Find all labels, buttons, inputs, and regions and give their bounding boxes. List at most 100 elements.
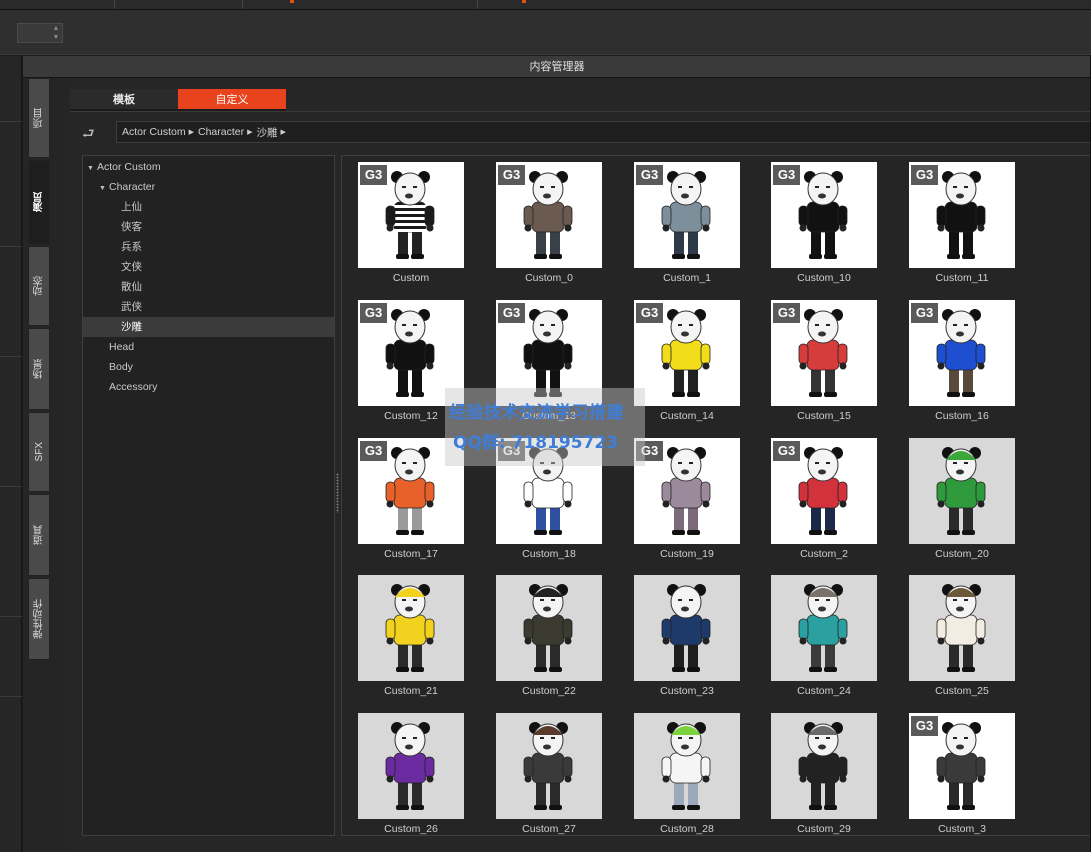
asset-thumbnail: G3 [771,162,877,268]
spin-box[interactable]: ▲ ▼ [17,23,63,43]
left-rail [0,56,22,852]
asset-label: Custom_28 [660,823,714,835]
side-tab-sfx[interactable]: SFX [28,412,50,492]
asset-thumbnail [771,575,877,681]
asset-label: Custom_15 [797,410,851,422]
asset-tile[interactable]: Custom_20 [909,438,1015,566]
tree-item[interactable]: 侠客 [83,217,334,237]
spin-up-icon[interactable]: ▲ [52,25,60,33]
asset-tile[interactable]: G3 Custom_16 [909,300,1015,428]
side-tab-props[interactable]: 道具 [28,494,50,576]
top-tab-bar: 模板 自定义 [70,89,286,111]
asset-thumbnail: G3 [634,438,740,544]
asset-tile[interactable]: G3 Custom_2 [771,438,877,566]
side-tab-motion[interactable]: 动态 [28,246,50,326]
tab-custom[interactable]: 自定义 [178,89,286,111]
g3-badge: G3 [773,441,800,461]
asset-thumbnail: G3 [771,438,877,544]
asset-thumbnail [634,575,740,681]
asset-tile[interactable]: Custom_29 [771,713,877,835]
expand-triangle-icon[interactable]: ▼ [87,159,97,179]
top-strip-segment [243,0,478,9]
tree-item-head[interactable]: Head [83,337,334,357]
asset-thumbnail: G3 [771,300,877,406]
tree-item-character[interactable]: ▼ Character [83,177,334,197]
asset-thumbnail [358,713,464,819]
asset-label: Custom_22 [522,685,576,697]
asset-thumbnail: G3 [909,713,1015,819]
timeline-marker [290,0,294,3]
tree-item-accessory[interactable]: Accessory [83,377,334,397]
asset-tile[interactable]: Custom_23 [634,575,740,703]
watermark-line2: QQ群: 718195723 [453,433,619,453]
content-area: 模板 自定义 ⮐ Actor Custom ▶ Character ▶ 沙雕 ▶ ▼ A… [68,86,1091,852]
breadcrumb-item[interactable]: Character ▶ [198,126,257,138]
asset-tile[interactable]: G3 Custom_0 [496,162,602,290]
tree-item[interactable]: 兵系 [83,237,334,257]
g3-badge: G3 [911,716,938,736]
tree-item[interactable]: 武侠 [83,297,334,317]
asset-tile[interactable]: Custom_26 [358,713,464,835]
side-tab-project[interactable]: 项目 [28,78,50,158]
back-arrow-icon[interactable]: ⮐ [82,124,104,142]
asset-label: Custom_14 [660,410,714,422]
side-tab-scene[interactable]: 场景 [28,328,50,410]
top-strip [0,0,1091,10]
panda-character-figure [936,447,986,535]
asset-label: Custom_21 [384,685,438,697]
panda-character-figure [661,584,711,672]
tree-item[interactable]: 文侠 [83,257,334,277]
tree-item-selected[interactable]: 沙雕 [83,317,334,337]
asset-thumbnail: G3 [496,162,602,268]
toolbar: ▲ ▼ [0,10,1091,55]
asset-tile[interactable]: Custom_21 [358,575,464,703]
side-tab-strip: 项目 演员 动态 场景 SFX 道具 弹性动作 [28,78,50,852]
asset-thumbnail [496,575,602,681]
watermark-line1: 经验技术交流学习搭建 [449,403,624,423]
panda-character-figure [385,722,435,810]
asset-label: Custom_17 [384,548,438,560]
tree-item[interactable]: 散仙 [83,277,334,297]
asset-tile[interactable]: G3 Custom_14 [634,300,740,428]
asset-tile[interactable]: G3 Custom_10 [771,162,877,290]
asset-thumbnail [909,575,1015,681]
asset-tile[interactable]: Custom_27 [496,713,602,835]
g3-badge: G3 [911,303,938,323]
tab-template[interactable]: 模板 [70,89,178,111]
tree-item-actor-custom[interactable]: ▼ Actor Custom [83,157,334,177]
spin-down-icon[interactable]: ▼ [52,34,60,42]
asset-thumbnail [771,713,877,819]
g3-badge: G3 [498,303,525,323]
top-strip-segment [115,0,243,9]
tree-item[interactable]: 上仙 [83,197,334,217]
breadcrumb-item[interactable]: Actor Custom ▶ [122,126,198,138]
panda-character-figure [385,584,435,672]
side-tab-spring-motion[interactable]: 弹性动作 [28,578,50,660]
asset-label: Custom_27 [522,823,576,835]
asset-tile[interactable]: Custom_22 [496,575,602,703]
asset-tile[interactable]: Custom_28 [634,713,740,835]
breadcrumb-arrow-icon: ▶ [247,129,253,136]
asset-tile[interactable]: G3 Custom [358,162,464,290]
asset-tile[interactable]: G3 Custom_11 [909,162,1015,290]
breadcrumb-item[interactable]: 沙雕 ▶ [257,125,290,140]
g3-badge: G3 [360,441,387,461]
tree-item-body[interactable]: Body [83,357,334,377]
asset-tile[interactable]: Custom_24 [771,575,877,703]
asset-tile[interactable]: G3 Custom_15 [771,300,877,428]
asset-label: Custom_10 [797,272,851,284]
asset-tile[interactable]: G3 Custom_1 [634,162,740,290]
asset-tile[interactable]: G3 Custom_19 [634,438,740,566]
side-tab-actor[interactable]: 演员 [28,160,50,244]
expand-triangle-icon[interactable]: ▼ [99,179,109,199]
asset-label: Custom_23 [660,685,714,697]
asset-tile[interactable]: Custom_25 [909,575,1015,703]
panel-title: 内容管理器 [23,56,1091,78]
asset-label: Custom_2 [800,548,848,560]
timeline-marker [522,0,526,3]
asset-thumbnail [634,713,740,819]
asset-label: Custom_29 [797,823,851,835]
g3-badge: G3 [636,303,663,323]
breadcrumb: Actor Custom ▶ Character ▶ 沙雕 ▶ [116,121,1091,143]
asset-tile[interactable]: G3 Custom_3 [909,713,1015,835]
